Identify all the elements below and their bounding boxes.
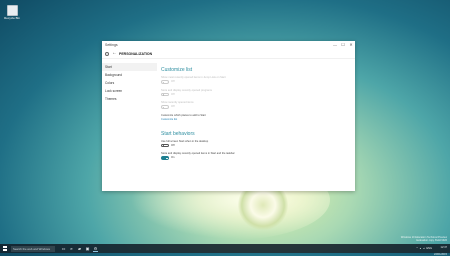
close-button[interactable]: ✕ (347, 41, 355, 49)
setting-label-customize-places: Customize which places to add to Start (161, 113, 206, 117)
toggle-full-screen-start[interactable] (161, 143, 169, 147)
section-title-customize-list: Customize list (161, 67, 193, 73)
system-tray: ^ ▴ ◂ ENG 12:47 22/01/2015 (417, 242, 450, 256)
window-titlebar[interactable]: Settings — ☐ ✕ (102, 41, 355, 49)
page-title: PERSONALIZATION (119, 51, 153, 56)
nav-item-lock-screen[interactable]: Lock screen (102, 87, 157, 95)
settings-window: Settings — ☐ ✕ ← PERSONALIZATION Start B… (102, 41, 355, 191)
settings-nav: Start Background Colors Lock screen Them… (102, 59, 157, 191)
tray-up-chevron-icon[interactable]: ^ (417, 247, 418, 250)
ie-icon[interactable]: e (69, 246, 74, 251)
taskbar: Search the web and Windows ▭ e ▰ ▣ ⚙ ^ ▴… (0, 242, 450, 256)
taskbar-search-box[interactable]: Search the web and Windows (11, 245, 55, 252)
recycle-bin-desktop-icon[interactable]: Recycle Bin (4, 5, 20, 20)
gear-icon (105, 51, 109, 56)
settings-taskbar-icon[interactable]: ⚙ (93, 246, 98, 252)
windows-logo-icon (2, 246, 8, 251)
volume-icon[interactable]: ◂ (423, 247, 424, 250)
toggle-recent-taskbar[interactable] (161, 156, 169, 160)
recycle-bin-icon (6, 5, 18, 16)
toggle-full-screen-start-state: Off (171, 143, 175, 147)
store-icon[interactable]: ▣ (85, 246, 90, 251)
toggle-recent-programs-state: Off (171, 92, 175, 96)
nav-item-background[interactable]: Background (102, 71, 157, 79)
maximize-button[interactable]: ☐ (339, 41, 347, 49)
setting-label-full-screen-start: Use full screen Start when in the deskto… (161, 139, 209, 143)
toggle-jump-lists[interactable] (161, 80, 169, 84)
recycle-bin-label: Recycle Bin (4, 16, 20, 20)
minimize-button[interactable]: — (331, 41, 339, 49)
toggle-recent-items[interactable] (161, 105, 169, 109)
setting-label-recent-items: Show recently opened items (161, 101, 194, 104)
window-title: Settings (105, 43, 118, 47)
task-view-icon[interactable]: ▭ (61, 246, 66, 251)
toggle-recent-programs[interactable] (161, 92, 169, 96)
network-icon[interactable]: ▴ (420, 247, 421, 250)
setting-label-jump-lists: Show most recently opened items in Jump … (161, 76, 226, 79)
customize-list-link[interactable]: Customize list (161, 118, 355, 121)
nav-item-start[interactable]: Start (102, 63, 157, 71)
setting-label-recent-programs: Store and display recently opened progra… (161, 88, 212, 92)
language-indicator[interactable]: ENG (426, 247, 432, 250)
setting-label-recent-taskbar: Store and display recently opened items … (161, 152, 235, 155)
back-arrow-icon[interactable]: ← (112, 51, 117, 56)
nav-item-themes[interactable]: Themes (102, 95, 157, 103)
settings-header: ← PERSONALIZATION (102, 49, 355, 59)
toggle-jump-lists-state: Off (171, 80, 175, 84)
toggle-recent-items-state: Off (171, 105, 175, 109)
section-title-start-behaviors: Start behaviors (161, 130, 195, 137)
clock[interactable]: 12:47 22/01/2015 (434, 242, 447, 256)
toggle-recent-taskbar-state: On (171, 156, 175, 160)
folder-icon[interactable]: ▰ (77, 246, 82, 251)
nav-item-colors[interactable]: Colors (102, 79, 157, 87)
settings-content: Customize list Show most recently opened… (157, 59, 355, 191)
start-button[interactable] (0, 244, 10, 253)
